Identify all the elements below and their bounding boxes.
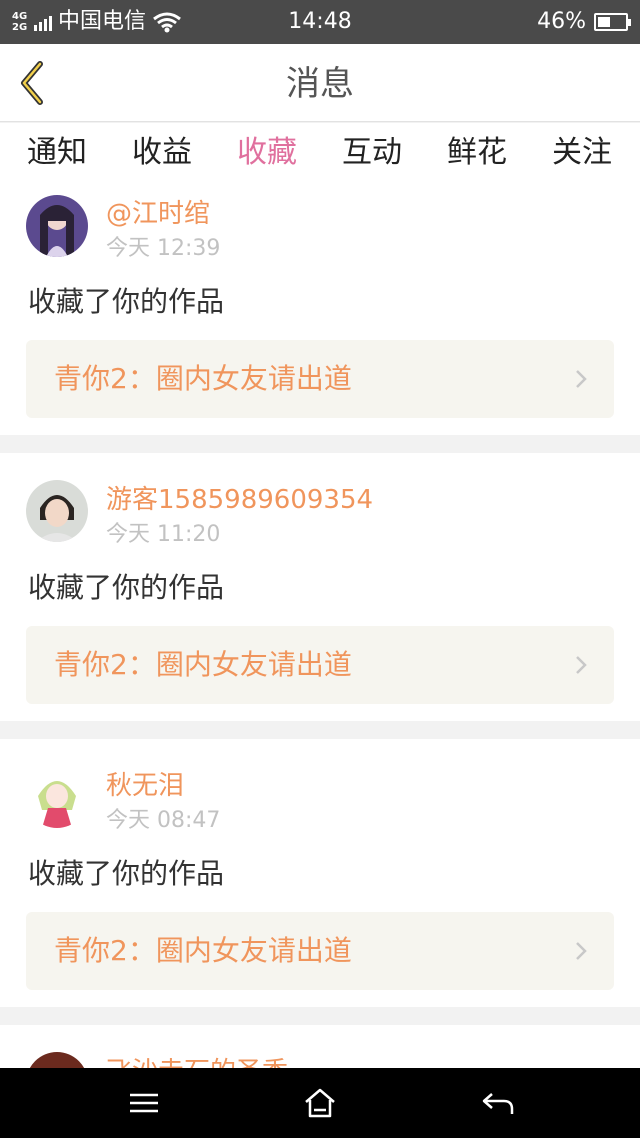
status-right: 46% (537, 8, 631, 36)
avatar[interactable] (26, 766, 88, 828)
back-icon[interactable] (478, 1086, 518, 1120)
battery-icon (594, 13, 631, 31)
username[interactable]: @江时绾 (106, 198, 210, 230)
avatar[interactable] (26, 1052, 88, 1068)
avatar[interactable] (26, 195, 88, 257)
app-header: 消息 (0, 44, 640, 122)
tab-notifications[interactable]: 通知 (7, 133, 107, 173)
page-title: 消息 (286, 64, 354, 104)
tab-following[interactable]: 关注 (532, 133, 632, 173)
message-text: 收藏了你的作品 (28, 857, 225, 890)
work-title: 青你2：圈内女友请出道 (54, 934, 352, 967)
work-title: 青你2：圈内女友请出道 (54, 362, 352, 395)
message-card: @江时绾 今天 12:39 收藏了你的作品 青你2：圈内女友请出道 (0, 187, 640, 435)
work-title: 青你2：圈内女友请出道 (54, 648, 352, 681)
menu-icon[interactable] (124, 1086, 164, 1120)
message-card: 飞沙走石的圣香 (0, 1025, 640, 1068)
message-time: 今天 08:47 (106, 808, 221, 833)
tab-earnings[interactable]: 收益 (112, 133, 212, 173)
work-link[interactable]: 青你2：圈内女友请出道 (26, 626, 614, 704)
system-nav-bar (0, 1068, 640, 1138)
tab-favorites[interactable]: 收藏 (217, 133, 317, 191)
message-text: 收藏了你的作品 (28, 285, 225, 318)
username[interactable]: 游客1585989609354 (106, 484, 373, 516)
chevron-right-icon (576, 656, 587, 674)
message-card: 游客1585989609354 今天 11:20 收藏了你的作品 青你2：圈内女… (0, 453, 640, 721)
message-text: 收藏了你的作品 (28, 571, 225, 604)
tab-flowers[interactable]: 鲜花 (427, 133, 527, 173)
tab-bar: 通知 收益 收藏 互动 鲜花 关注 (0, 123, 640, 191)
message-card: 秋无泪 今天 08:47 收藏了你的作品 青你2：圈内女友请出道 (0, 739, 640, 1007)
chevron-right-icon (576, 942, 587, 960)
work-link[interactable]: 青你2：圈内女友请出道 (26, 340, 614, 418)
username[interactable]: 秋无泪 (106, 770, 184, 802)
battery-percent: 46% (537, 9, 586, 34)
tab-interactions[interactable]: 互动 (322, 133, 422, 173)
message-time: 今天 11:20 (106, 522, 221, 547)
chevron-right-icon (576, 370, 587, 388)
work-link[interactable]: 青你2：圈内女友请出道 (26, 912, 614, 990)
home-icon[interactable] (300, 1086, 340, 1120)
avatar[interactable] (26, 480, 88, 542)
username[interactable]: 飞沙走石的圣香 (106, 1056, 288, 1068)
status-bar: 4G 2G 中国电信 14:48 46% (0, 0, 640, 44)
message-time: 今天 12:39 (106, 236, 221, 261)
